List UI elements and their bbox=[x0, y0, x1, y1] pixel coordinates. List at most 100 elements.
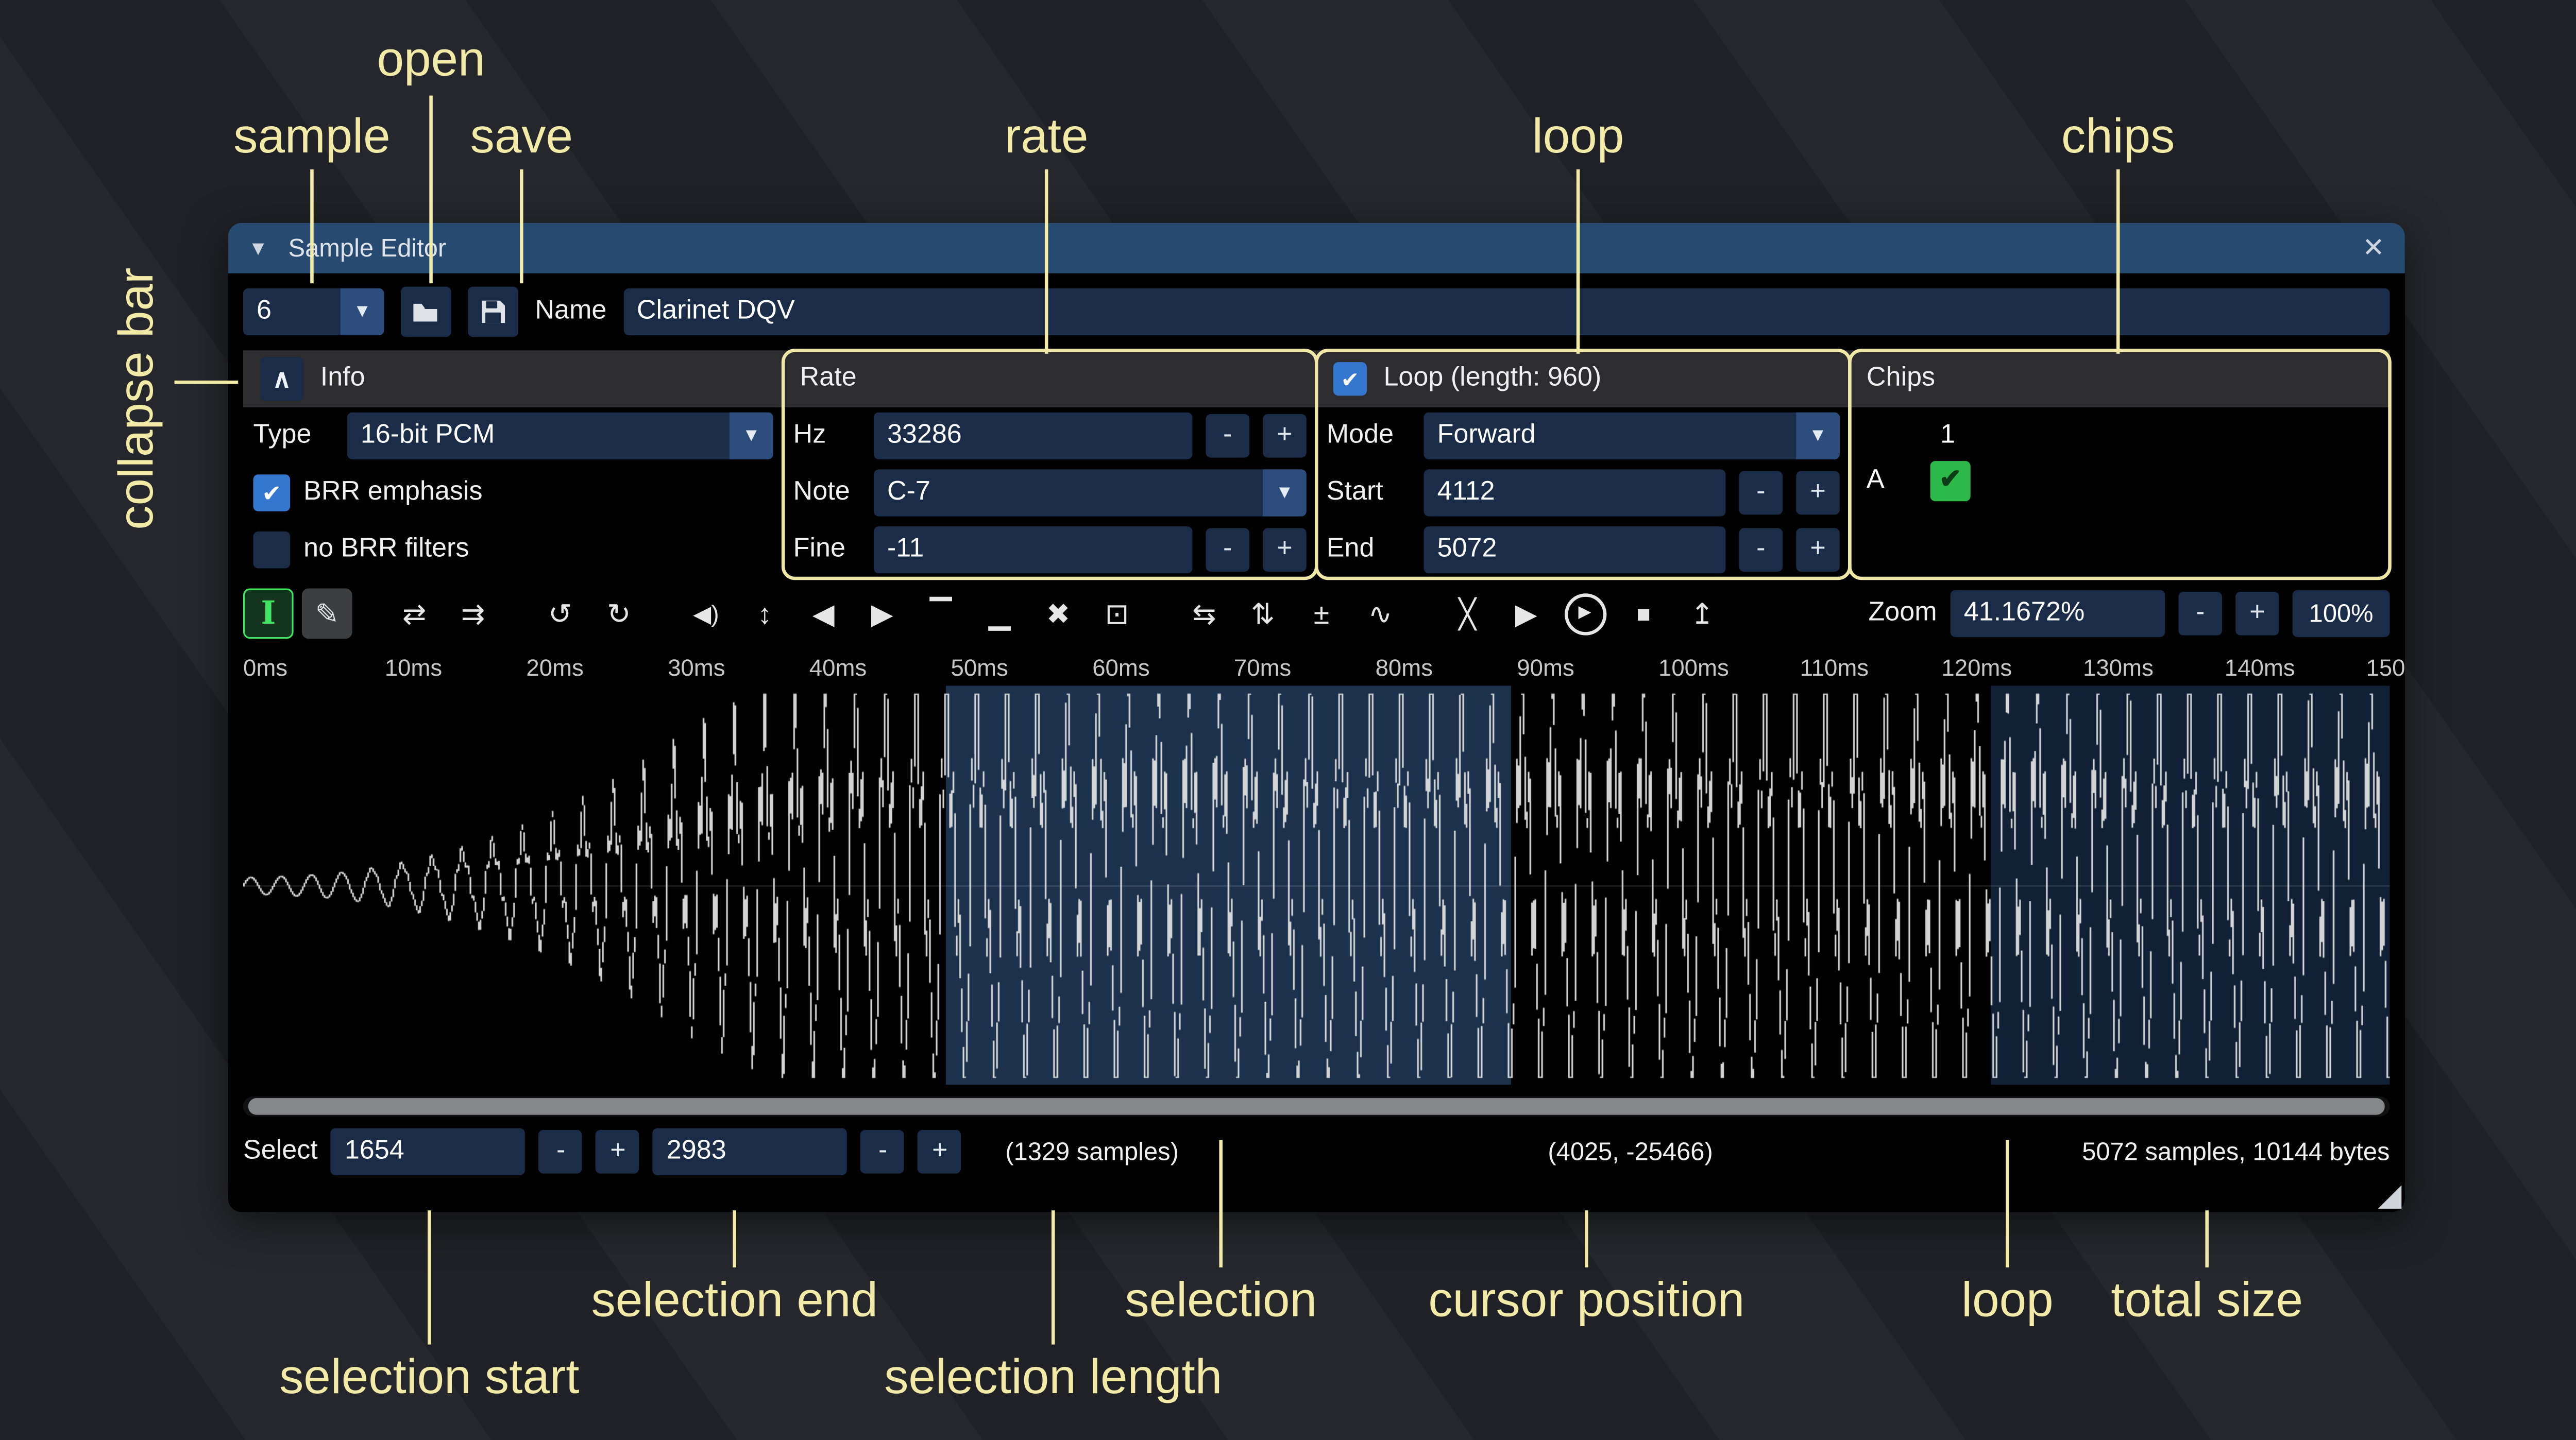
annotation-total-size: total size bbox=[2111, 1274, 2303, 1329]
chips-header-label: Chips bbox=[1867, 364, 1935, 394]
selection-start-increase-button[interactable]: + bbox=[596, 1130, 640, 1174]
stop-button[interactable]: ■ bbox=[1618, 589, 1669, 639]
selection-start-input[interactable]: 1654 bbox=[331, 1128, 526, 1175]
chevron-down-icon: ▼ bbox=[341, 288, 384, 335]
close-icon[interactable]: ✕ bbox=[2362, 231, 2385, 265]
fine-row: Fine -11 - + bbox=[783, 521, 1316, 578]
loop-start-input[interactable]: 4112 bbox=[1424, 469, 1726, 516]
name-label: Name bbox=[535, 297, 606, 327]
name-input[interactable]: Clarinet DQV bbox=[623, 288, 2390, 335]
ruler-tick: 130ms bbox=[2083, 654, 2225, 680]
ruler-tick: 0ms bbox=[243, 654, 385, 680]
annotation-selection-length: selection length bbox=[884, 1351, 1222, 1407]
fine-input[interactable]: -11 bbox=[874, 526, 1192, 573]
fade-in-button[interactable]: ◀ bbox=[798, 589, 849, 639]
draw-tool-button[interactable]: ✎ bbox=[302, 589, 352, 639]
scrollbar-thumb[interactable] bbox=[248, 1098, 2385, 1115]
normalize-button[interactable]: ↕ bbox=[739, 589, 790, 639]
annotation-line-collapse-bar bbox=[175, 381, 239, 384]
delete-button[interactable]: ✖ bbox=[1033, 589, 1083, 639]
chip-column-header: 1 bbox=[1940, 410, 2373, 461]
property-sections: ∧ Info Type 16-bit PCM ▼ ✔ BRR emphasis bbox=[243, 350, 2390, 578]
annotation-line-loop-top bbox=[1577, 169, 1580, 354]
fade-in-icon: ◀ bbox=[812, 599, 835, 628]
apply-silence-button[interactable]: ▁ bbox=[974, 589, 1025, 639]
redo-button[interactable]: ↻ bbox=[594, 589, 644, 639]
select-tool-button[interactable]: I bbox=[243, 589, 294, 639]
loop-mode-label: Mode bbox=[1327, 421, 1411, 451]
fade-out-button[interactable]: ▶ bbox=[857, 589, 907, 639]
stretch-icon: ⇉ bbox=[461, 599, 485, 628]
save-button[interactable] bbox=[468, 287, 518, 337]
fine-decrease-button[interactable]: - bbox=[1206, 528, 1249, 572]
open-button[interactable] bbox=[401, 287, 451, 337]
amplify-button[interactable]: ◀) bbox=[681, 589, 732, 639]
zoom-in-button[interactable]: + bbox=[2235, 592, 2279, 636]
crossfade-loop-button[interactable]: ╳ bbox=[1442, 589, 1493, 639]
chip-enable-checkbox[interactable]: ✔ bbox=[1930, 461, 1971, 501]
note-dropdown[interactable]: C-7 ▼ bbox=[874, 469, 1307, 516]
selection-end-input[interactable]: 2983 bbox=[653, 1128, 848, 1175]
delete-icon: ✖ bbox=[1046, 599, 1070, 628]
zoom-reset-button[interactable]: 100% bbox=[2293, 590, 2390, 637]
titlebar[interactable]: ▼ Sample Editor ✕ bbox=[228, 223, 2405, 273]
note-label: Note bbox=[793, 478, 860, 508]
loop-start-decrease-button[interactable]: - bbox=[1739, 471, 1783, 515]
type-dropdown-value: 16-bit PCM bbox=[347, 421, 730, 451]
selection-start-decrease-button[interactable]: - bbox=[539, 1130, 583, 1174]
loop-mode-dropdown[interactable]: Forward ▼ bbox=[1424, 413, 1840, 459]
ruler-tick: 80ms bbox=[1376, 654, 1517, 680]
loop-section: ✔ Loop (length: 960) Mode Forward ▼ Star… bbox=[1316, 350, 1850, 578]
fine-increase-button[interactable]: + bbox=[1263, 528, 1307, 572]
zoom-out-button[interactable]: - bbox=[2178, 592, 2222, 636]
zoom-input[interactable]: 41.1672% bbox=[1951, 590, 2165, 637]
stretch-button[interactable]: ⇉ bbox=[448, 589, 498, 639]
annotation-line-cursor-position bbox=[1585, 1210, 1588, 1267]
loop-end-increase-button[interactable]: + bbox=[1796, 528, 1840, 572]
sample-selector[interactable]: 6 ▼ bbox=[243, 288, 384, 335]
loop-checkbox[interactable]: ✔ bbox=[1333, 362, 1367, 396]
undo-button[interactable]: ↺ bbox=[535, 589, 585, 639]
reverse-icon: ⇆ bbox=[1192, 599, 1216, 628]
loop-end-input[interactable]: 5072 bbox=[1424, 526, 1726, 573]
trim-button[interactable]: ⊡ bbox=[1092, 589, 1142, 639]
selection-end-increase-button[interactable]: + bbox=[918, 1130, 962, 1174]
hz-increase-button[interactable]: + bbox=[1263, 414, 1307, 458]
loop-end-decrease-button[interactable]: - bbox=[1739, 528, 1783, 572]
sample-editor-window: ▼ Sample Editor ✕ 6 ▼ Name Clarinet DQV … bbox=[228, 223, 2405, 1212]
ruler-tick: 20ms bbox=[526, 654, 668, 680]
horizontal-scrollbar[interactable] bbox=[243, 1096, 2390, 1117]
undo-icon: ↺ bbox=[548, 599, 572, 628]
selection-end-decrease-button[interactable]: - bbox=[861, 1130, 905, 1174]
zoom-label: Zoom bbox=[1868, 598, 1937, 629]
play-selection-button[interactable]: ▶ bbox=[1560, 589, 1610, 639]
resize-button[interactable]: ⇄ bbox=[389, 589, 439, 639]
brr-emphasis-checkbox[interactable]: ✔ bbox=[253, 474, 291, 511]
type-row: Type 16-bit PCM ▼ bbox=[243, 407, 783, 465]
reverse-button[interactable]: ⇆ bbox=[1179, 589, 1229, 639]
signed-unsigned-button[interactable]: ± bbox=[1296, 589, 1347, 639]
insert-silence-button[interactable]: ▔ bbox=[916, 589, 966, 639]
brr-emphasis-label: BRR emphasis bbox=[303, 478, 482, 508]
collapse-bar-icon[interactable]: ∧ bbox=[260, 357, 304, 401]
hz-decrease-button[interactable]: - bbox=[1206, 414, 1249, 458]
import-button[interactable]: ↥ bbox=[1677, 589, 1727, 639]
hz-input[interactable]: 33286 bbox=[874, 413, 1192, 459]
waveform-canvas[interactable] bbox=[243, 685, 2390, 1085]
cursor-position-text: (4025, -25466) bbox=[1548, 1138, 1713, 1166]
ruler-tick: 30ms bbox=[668, 654, 809, 680]
preview-button[interactable]: ▶ bbox=[1501, 589, 1551, 639]
fine-label: Fine bbox=[793, 535, 860, 565]
resize-grip-icon[interactable] bbox=[2378, 1185, 2402, 1209]
plus-minus-icon: ± bbox=[1314, 599, 1329, 628]
window-collapse-icon[interactable]: ▼ bbox=[248, 236, 268, 260]
waveform-view[interactable] bbox=[243, 685, 2390, 1085]
annotation-line-chips bbox=[2116, 169, 2120, 354]
no-brr-filters-checkbox[interactable] bbox=[253, 532, 291, 569]
invert-button[interactable]: ⇅ bbox=[1238, 589, 1288, 639]
no-brr-filters-label: no BRR filters bbox=[303, 535, 469, 565]
time-ruler[interactable]: 0ms 10ms 20ms 30ms 40ms 50ms 60ms 70ms 8… bbox=[243, 649, 2405, 686]
type-dropdown[interactable]: 16-bit PCM ▼ bbox=[347, 413, 773, 459]
loop-start-increase-button[interactable]: + bbox=[1796, 471, 1840, 515]
apply-filter-button[interactable]: ∿ bbox=[1355, 589, 1405, 639]
